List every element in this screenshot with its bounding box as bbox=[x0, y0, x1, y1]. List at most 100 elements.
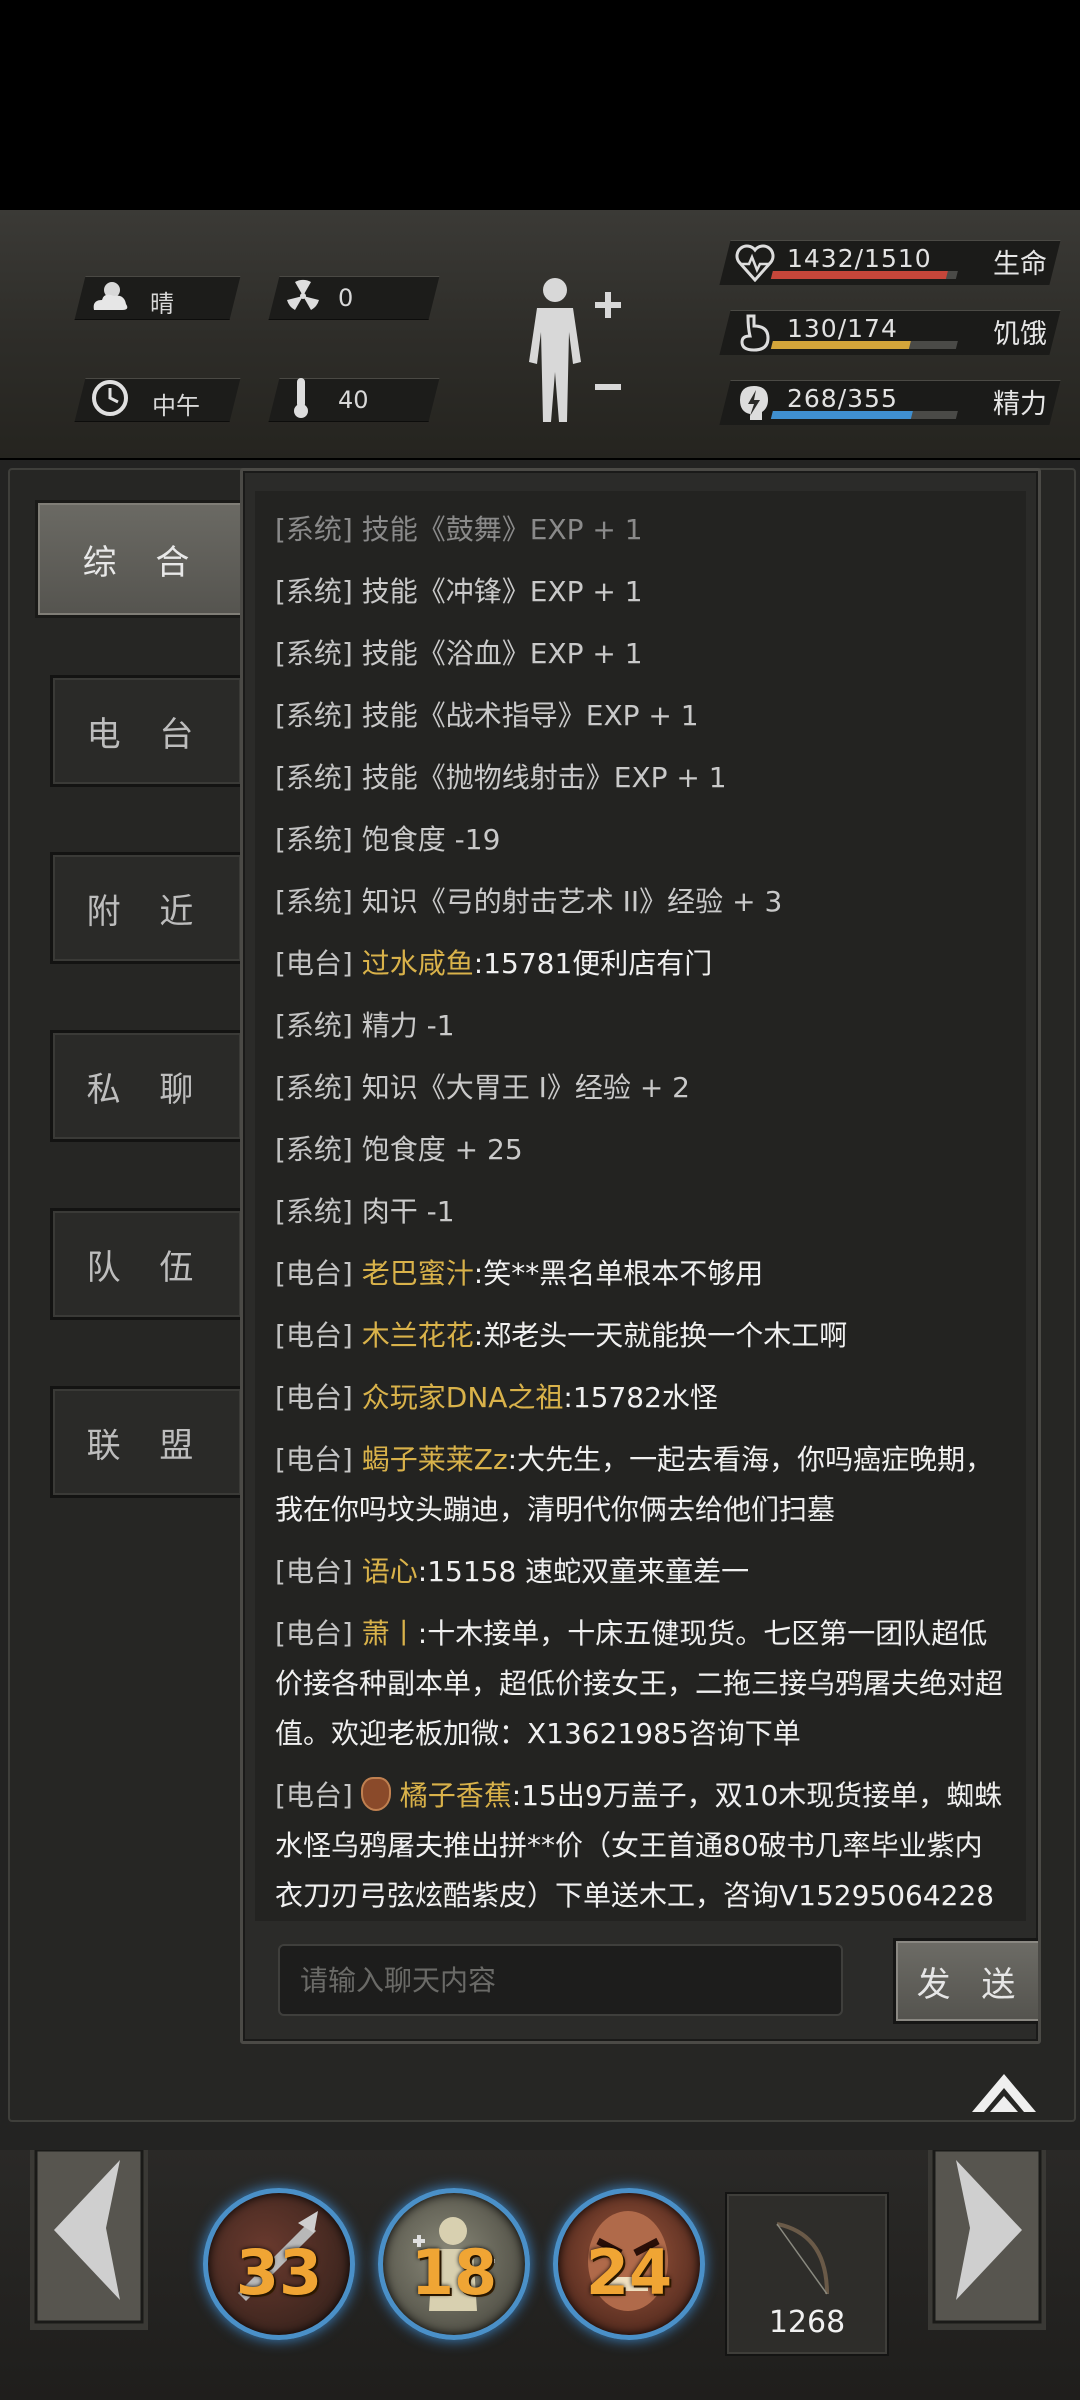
chat-channel-tag: [系统] bbox=[275, 1009, 353, 1042]
chat-line: [系统] 饱食度 + 25 bbox=[275, 1125, 1006, 1175]
chat-channel-tag: [电台] bbox=[275, 1617, 353, 1650]
tab-nearby[interactable]: 附 近 bbox=[50, 852, 244, 964]
weather-text: 晴 bbox=[150, 290, 174, 318]
chat-sender-name[interactable]: 语心 bbox=[353, 1555, 418, 1588]
clock-icon bbox=[92, 380, 128, 416]
skill-slot-2[interactable]: 18 bbox=[378, 2188, 530, 2340]
chat-channel-tag: [系统] bbox=[275, 823, 353, 856]
chat-line: [电台] 蝎子莱莱Zz:大先生，一起去看海，你吗癌症晚期，我在你吗坟头蹦迪，清明… bbox=[275, 1435, 1006, 1535]
chat-line: [系统] 技能《冲锋》EXP + 1 bbox=[275, 567, 1006, 617]
send-button[interactable]: 发 送 bbox=[893, 1938, 1038, 2024]
skill-slot-3[interactable]: 24 bbox=[553, 2188, 705, 2340]
chat-message-text: 饱食度 -19 bbox=[352, 823, 501, 856]
chat-line-truncated: [系统] 技能《鼓舞》EXP + 1 bbox=[275, 513, 643, 546]
chat-line: [系统] 知识《大胃王 I》经验 + 2 bbox=[275, 1063, 1006, 1113]
tab-team[interactable]: 队 伍 bbox=[50, 1208, 244, 1320]
chat-message-text: :郑老头一天就能换一个木工啊 bbox=[473, 1319, 848, 1352]
thermometer-icon bbox=[294, 378, 308, 418]
chat-line: [电台] 老巴蜜汁:笑**黑名单根本不够用 bbox=[275, 1249, 1006, 1299]
chat-channel-tag: [系统] bbox=[275, 761, 353, 794]
collapse-chevron-icon[interactable] bbox=[968, 2068, 1040, 2116]
chat-sender-name[interactable]: 橘子香蕉 bbox=[391, 1779, 512, 1812]
chat-line: [系统] 饱食度 -19 bbox=[275, 815, 1006, 865]
radiation-icon bbox=[287, 279, 319, 310]
chat-channel-tag: [系统] bbox=[275, 1133, 353, 1166]
chat-line: [系统] 技能《战术指导》EXP + 1 bbox=[275, 691, 1006, 741]
skill-2-count: 18 bbox=[410, 2236, 498, 2309]
chat-channel-tag: [电台] bbox=[275, 1555, 353, 1588]
status-bar: 晴 0 中午 40 1432/1510 生命 130/174 饥饿 268/35… bbox=[0, 210, 1080, 458]
chat-sender-name[interactable]: 蝎子莱莱Zz bbox=[353, 1443, 508, 1476]
heart-icon bbox=[735, 244, 775, 282]
chat-line: [电台] 橘子香蕉:15出9万盖子，双10木现货接单，蜘蛛水怪乌鸦屠夫推出拼**… bbox=[275, 1771, 1006, 1921]
item-count: 1268 bbox=[768, 2305, 846, 2340]
health-value: 1432/1510 bbox=[787, 244, 932, 273]
health-label: 生命 bbox=[993, 249, 1047, 280]
bow-item-icon bbox=[776, 2222, 829, 2295]
chat-sender-name[interactable]: 过水咸鱼 bbox=[353, 947, 474, 980]
chat-line: [电台] 木兰花花:郑老头一天就能换一个木工啊 bbox=[275, 1311, 1006, 1361]
chat-message-text: 技能《浴血》EXP + 1 bbox=[352, 637, 643, 670]
energy-value: 268/355 bbox=[787, 384, 898, 413]
radiation-value: 0 bbox=[338, 284, 354, 312]
chat-channel-tag: [系统] bbox=[275, 575, 353, 608]
chat-channel-tag: [电台] bbox=[275, 1381, 353, 1414]
chat-channel-tag: [电台] bbox=[275, 1319, 353, 1352]
chat-input[interactable] bbox=[278, 1944, 843, 2016]
chat-line: [系统] 精力 -1 bbox=[275, 1001, 1006, 1051]
skill-3-count: 24 bbox=[585, 2236, 673, 2309]
skill-slot-1[interactable]: 33 bbox=[203, 2188, 355, 2340]
bottom-action-bar: 33 18 24 1268 bbox=[0, 2150, 1080, 2400]
stomach-icon bbox=[740, 314, 770, 352]
left-arrow-button[interactable] bbox=[30, 2150, 148, 2330]
weather-icon bbox=[93, 282, 128, 310]
chat-channel-tag: [系统] bbox=[275, 1071, 353, 1104]
chat-channel-tag: [电台] bbox=[275, 1779, 353, 1812]
right-arrow-button[interactable] bbox=[928, 2150, 1046, 2330]
chat-channel-tag: [系统] bbox=[275, 637, 353, 670]
chat-channel-tag: [电台] bbox=[275, 947, 353, 980]
chat-line: [电台] 过水咸鱼:15781便利店有门 bbox=[275, 939, 1006, 989]
chat-message-list[interactable]: [系统] 技能《鼓舞》EXP + 1 [系统] 技能《冲锋》EXP + 1 [系统… bbox=[255, 491, 1026, 1921]
energy-label: 精力 bbox=[993, 389, 1047, 420]
chat-line: [电台] 众玩家DNA之祖:15782水怪 bbox=[275, 1373, 1006, 1423]
item-slot[interactable]: 1268 bbox=[725, 2192, 889, 2356]
chat-message-text: 饱食度 + 25 bbox=[352, 1133, 523, 1166]
chat-sender-name[interactable]: 萧丨 bbox=[353, 1617, 418, 1650]
hunger-label: 饥饿 bbox=[993, 319, 1047, 350]
chat-message-text: 技能《战术指导》EXP + 1 bbox=[352, 699, 699, 732]
chat-message-text: 肉干 -1 bbox=[352, 1195, 455, 1228]
chat-line: [电台] 萧丨:十木接单，十床五健现货。七区第一团队超低价接各种副本单，超低价接… bbox=[275, 1609, 1006, 1759]
chat-message-text: :15782水怪 bbox=[563, 1381, 718, 1414]
temperature-value: 40 bbox=[338, 386, 369, 414]
brain-bolt-icon bbox=[740, 386, 768, 420]
player-badge-icon bbox=[360, 1777, 391, 1811]
hunger-value: 130/174 bbox=[787, 314, 898, 343]
chat-line: [系统] 肉干 -1 bbox=[275, 1187, 1006, 1237]
chat-line: [系统] 知识《弓的射击艺术 II》经验 + 3 bbox=[275, 877, 1006, 927]
chat-line: [系统] 技能《浴血》EXP + 1 bbox=[275, 629, 1006, 679]
chat-channel-tag: [系统] bbox=[275, 885, 353, 918]
chat-sender-name[interactable]: 众玩家DNA之祖 bbox=[353, 1381, 564, 1414]
chat-box: [系统] 技能《鼓舞》EXP + 1 [系统] 技能《冲锋》EXP + 1 [系统… bbox=[240, 468, 1041, 2044]
chat-sender-name[interactable]: 老巴蜜汁 bbox=[353, 1257, 474, 1290]
time-text: 中午 bbox=[152, 392, 200, 420]
chat-message-text: 知识《大胃王 I》经验 + 2 bbox=[352, 1071, 690, 1104]
chat-channel-tag: [电台] bbox=[275, 1443, 353, 1476]
chat-line: [电台] 语心:15158 速蛇双童来童差一 bbox=[275, 1547, 1006, 1597]
skill-1-count: 33 bbox=[235, 2236, 323, 2309]
tab-private[interactable]: 私 聊 bbox=[50, 1030, 244, 1142]
tab-radio[interactable]: 电 台 bbox=[50, 675, 244, 787]
tab-general[interactable]: 综 合 bbox=[35, 500, 251, 618]
chat-message-text: 精力 -1 bbox=[352, 1009, 455, 1042]
chat-message-text: 知识《弓的射击艺术 II》经验 + 3 bbox=[352, 885, 783, 918]
chat-sender-name[interactable]: 木兰花花 bbox=[353, 1319, 474, 1352]
chat-channel-tag: [系统] bbox=[275, 1195, 353, 1228]
chat-message-text: :笑**黑名单根本不够用 bbox=[473, 1257, 764, 1290]
body-status-icon[interactable] bbox=[515, 272, 625, 432]
tab-alliance[interactable]: 联 盟 bbox=[50, 1386, 244, 1498]
chat-message-text: :15158 速蛇双童来童差一 bbox=[417, 1555, 750, 1588]
chat-channel-tag: [系统] bbox=[275, 699, 353, 732]
chat-message-text: :15781便利店有门 bbox=[473, 947, 713, 980]
chat-channel-tag: [电台] bbox=[275, 1257, 353, 1290]
